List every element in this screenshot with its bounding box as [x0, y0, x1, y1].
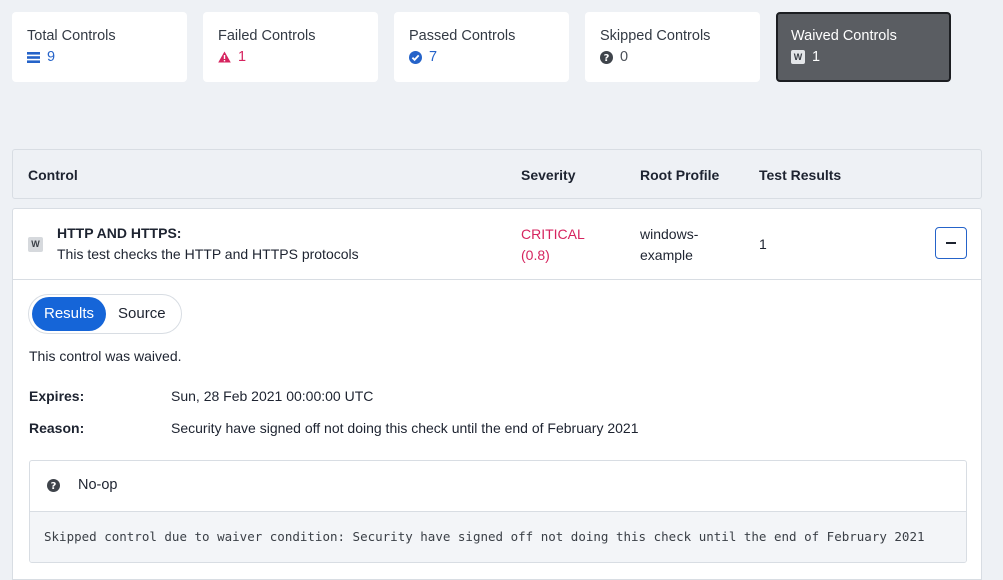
list-icon: [27, 51, 40, 63]
reason-label: Reason:: [29, 420, 85, 436]
card-title: Failed Controls: [218, 28, 316, 44]
severity-score: (0.8): [521, 247, 550, 263]
card-count: 0: [620, 49, 629, 65]
svg-text:?: ?: [604, 53, 610, 64]
column-header-control[interactable]: Control: [28, 167, 78, 183]
card-count: 1: [238, 49, 247, 65]
result-header[interactable]: ? No-op: [30, 461, 966, 512]
collapse-button[interactable]: [935, 227, 967, 259]
card-title: Waived Controls: [791, 28, 897, 44]
total-controls-card[interactable]: Total Controls 9: [12, 12, 187, 82]
card-title: Passed Controls: [409, 28, 516, 44]
result-body: Skipped control due to waiver condition:…: [30, 512, 966, 562]
result-name: No-op: [78, 477, 118, 493]
card-count: 1: [812, 49, 821, 65]
root-profile-line2: example: [640, 247, 693, 263]
card-count: 7: [429, 49, 438, 65]
result-box: ? No-op Skipped control due to waiver co…: [29, 460, 967, 563]
card-title: Total Controls: [27, 28, 116, 44]
expires-value: Sun, 28 Feb 2021 00:00:00 UTC: [171, 388, 374, 404]
waived-controls-card[interactable]: Waived Controls W 1: [776, 12, 951, 82]
waived-badge-icon: W: [791, 50, 805, 64]
column-header-test-results[interactable]: Test Results: [759, 167, 841, 183]
reason-value: Security have signed off not doing this …: [171, 420, 639, 436]
check-circle-icon: [409, 50, 422, 64]
column-header-severity[interactable]: Severity: [521, 167, 575, 183]
control-detail-panel: Results Source This control was waived. …: [12, 280, 982, 580]
skipped-controls-card[interactable]: Skipped Controls ? 0: [585, 12, 760, 82]
warning-triangle-icon: [218, 51, 231, 63]
control-title: HTTP AND HTTPS:: [57, 225, 182, 241]
table-header: Control Severity Root Profile Test Resul…: [12, 149, 982, 199]
expires-label: Expires:: [29, 388, 85, 404]
results-source-toggle: Results Source: [28, 294, 182, 334]
control-row[interactable]: W HTTP AND HTTPS: This test checks the H…: [12, 208, 982, 280]
card-count: 9: [47, 49, 56, 65]
summary-cards: Total Controls 9 Failed Controls 1 Passe…: [12, 12, 951, 82]
failed-controls-card[interactable]: Failed Controls 1: [203, 12, 378, 82]
root-profile-line1: windows-: [640, 226, 699, 242]
column-header-root-profile[interactable]: Root Profile: [640, 167, 719, 183]
tab-results[interactable]: Results: [32, 297, 107, 331]
test-results-count: 1: [759, 236, 767, 252]
svg-text:?: ?: [51, 481, 57, 492]
card-title: Skipped Controls: [600, 28, 711, 44]
severity-level: CRITICAL: [521, 226, 585, 242]
severity-value: CRITICAL (0.8): [521, 224, 611, 266]
root-profile-value: windows- example: [640, 224, 730, 266]
waived-badge-icon: W: [28, 237, 43, 252]
passed-controls-card[interactable]: Passed Controls 7: [394, 12, 569, 82]
minus-icon: [946, 242, 956, 244]
tab-source[interactable]: Source: [106, 297, 178, 331]
question-circle-icon: ?: [600, 50, 613, 64]
result-message: Skipped control due to waiver condition:…: [44, 529, 925, 544]
control-description: This test checks the HTTP and HTTPS prot…: [57, 246, 359, 262]
question-circle-icon: ?: [47, 479, 60, 492]
waived-note: This control was waived.: [29, 348, 182, 364]
